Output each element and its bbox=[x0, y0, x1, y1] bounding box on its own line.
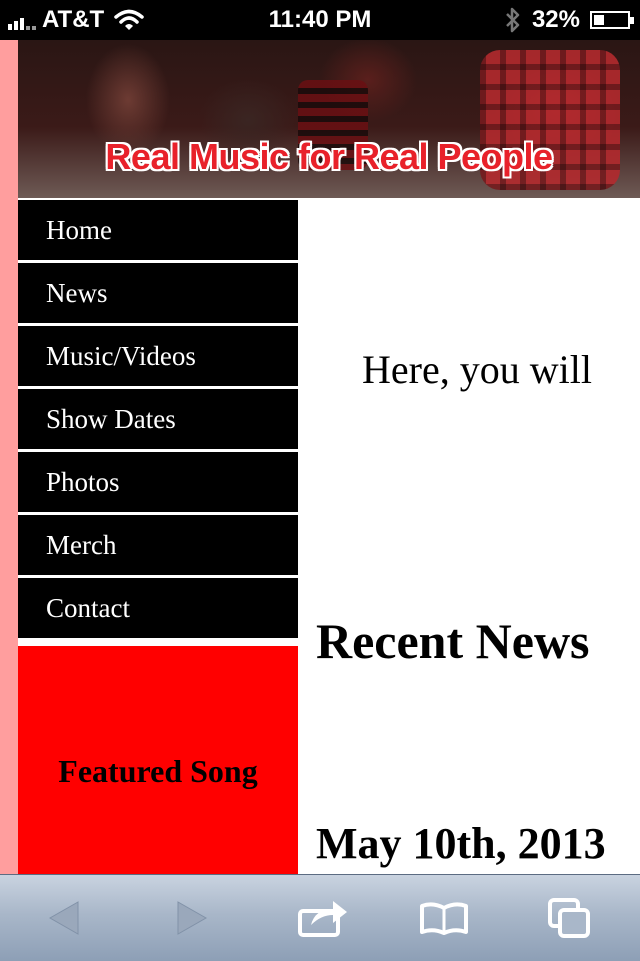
nav-item-news[interactable]: News bbox=[18, 263, 298, 326]
forward-button[interactable] bbox=[142, 875, 242, 961]
browser-toolbar bbox=[0, 874, 640, 961]
header-banner: Real Music for Real People bbox=[18, 40, 640, 198]
bookmarks-icon bbox=[420, 902, 468, 935]
intro-text: Here, you will bbox=[362, 347, 592, 392]
share-icon bbox=[298, 901, 347, 937]
featured-song-title: Featured Song bbox=[58, 753, 258, 789]
news-date-heading: May 10th, 2013 bbox=[316, 819, 606, 868]
nav-item-photos[interactable]: Photos bbox=[18, 452, 298, 515]
back-icon bbox=[48, 901, 79, 935]
main-nav: Home News Music/Videos Show Dates Photos… bbox=[18, 200, 298, 641]
bookmarks-button[interactable] bbox=[394, 875, 494, 961]
nav-item-show-dates[interactable]: Show Dates bbox=[18, 389, 298, 452]
nav-item-home[interactable]: Home bbox=[18, 200, 298, 263]
featured-song-panel: Featured Song bbox=[18, 646, 298, 874]
tabs-button[interactable] bbox=[520, 875, 620, 961]
back-button[interactable] bbox=[14, 875, 114, 961]
tabs-icon bbox=[548, 898, 590, 938]
nav-item-music-videos[interactable]: Music/Videos bbox=[18, 326, 298, 389]
battery-fill bbox=[594, 15, 604, 25]
share-button[interactable] bbox=[274, 875, 374, 961]
web-page[interactable]: Real Music for Real People Home News Mus… bbox=[0, 40, 640, 874]
battery-icon bbox=[590, 11, 634, 29]
bluetooth-icon bbox=[506, 7, 520, 33]
battery-percent: 32% bbox=[531, 6, 580, 33]
recent-news-heading: Recent News bbox=[316, 613, 590, 669]
banner-tagline: Real Music for Real People bbox=[105, 136, 553, 177]
nav-item-contact[interactable]: Contact bbox=[18, 578, 298, 641]
side-strip bbox=[0, 40, 18, 874]
status-bar: AT&T 11:40 PM 32% bbox=[0, 0, 640, 40]
forward-icon bbox=[177, 901, 208, 935]
status-right: 32% bbox=[504, 6, 634, 34]
nav-item-merch[interactable]: Merch bbox=[18, 515, 298, 578]
